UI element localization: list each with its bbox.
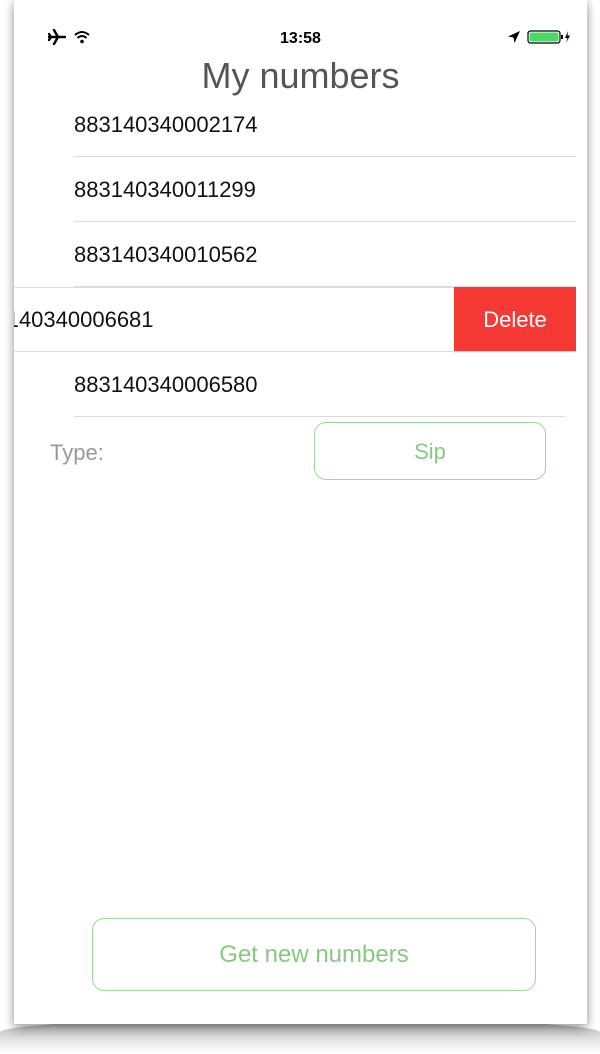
number-value: 883140340006580 (74, 372, 258, 397)
type-sip-button[interactable]: Sip (314, 422, 546, 480)
number-value: 883140340010562 (74, 242, 258, 267)
status-time: 13:58 (280, 30, 321, 47)
number-list: 883140340002174 883140340011299 88314034… (14, 92, 587, 417)
row-separator (74, 416, 565, 417)
location-arrow-icon (507, 30, 521, 49)
number-row[interactable]: 883140340010562 (14, 222, 587, 287)
get-new-numbers-button[interactable]: Get new numbers (92, 918, 536, 991)
type-label: Type: (50, 440, 104, 465)
status-bar: 13:58 (14, 26, 587, 52)
number-row[interactable]: 883140340006580 (14, 352, 587, 417)
number-row[interactable]: 883140340011299 (14, 157, 587, 222)
number-row-swiped[interactable]: 883140340006681 Delete (14, 287, 587, 352)
app-screen: 13:58 My numbers 883140340002174 8831403… (14, 0, 587, 1024)
number-value: 883140340011299 (74, 177, 256, 202)
status-right (507, 26, 571, 52)
delete-button[interactable]: Delete (454, 287, 576, 352)
number-value: 883140340006681 (14, 307, 154, 332)
battery-charging-icon (527, 29, 571, 50)
number-row[interactable]: 883140340002174 (14, 92, 587, 157)
number-value: 883140340002174 (74, 112, 258, 137)
